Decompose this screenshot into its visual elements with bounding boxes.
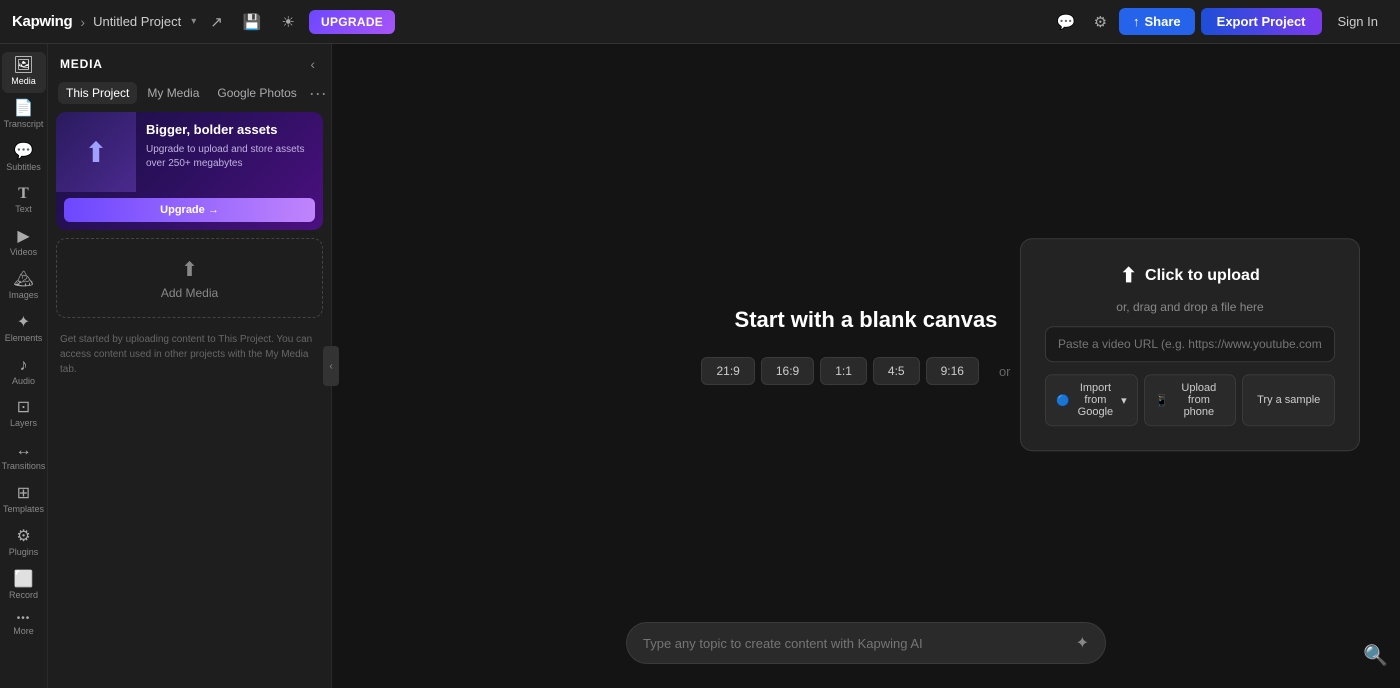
click-to-upload-label[interactable]: Click to upload	[1145, 267, 1260, 285]
upgrade-button[interactable]: UPGRADE	[309, 10, 395, 34]
sidebar-item-videos[interactable]: ▶ Videos	[2, 223, 46, 264]
plugins-icon: ⚙	[16, 529, 30, 545]
tab-my-media[interactable]: My Media	[139, 82, 207, 104]
tabs-row: This Project My Media Google Photos ···	[48, 82, 331, 112]
ratio-16-9[interactable]: 16:9	[761, 357, 814, 385]
sidebar-item-subtitles[interactable]: 💬 Subtitles	[2, 138, 46, 179]
transitions-icon: ↔	[16, 443, 32, 459]
media-panel-title: MEDIA	[60, 57, 103, 71]
upgrade-card-button[interactable]: Upgrade →	[64, 198, 315, 222]
share-icon: ↑	[1133, 14, 1140, 29]
import-google-button[interactable]: 🔵 Import from Google ▾	[1045, 374, 1138, 426]
ratio-21-9[interactable]: 21:9	[701, 357, 754, 385]
upload-box: ⬆ Click to upload or, drag and drop a fi…	[1020, 238, 1360, 451]
add-media-label: Add Media	[161, 286, 218, 300]
main-content: 🖼 Media 📄 Transcript 💬 Subtitles T Text …	[0, 44, 1400, 688]
media-icon: 🖼	[13, 58, 33, 74]
upgrade-card-title: Bigger, bolder assets	[146, 122, 313, 139]
aspect-ratios: 21:9 16:9 1:1 4:5 9:16	[701, 357, 978, 385]
comment-icon[interactable]: 💬	[1051, 9, 1082, 35]
more-icon: •••	[17, 614, 31, 624]
tab-this-project[interactable]: This Project	[58, 82, 137, 104]
sidebar-item-record[interactable]: ⬜ Record	[2, 566, 46, 607]
export-button[interactable]: Export Project	[1201, 8, 1322, 35]
record-icon: ⬜	[14, 572, 34, 588]
upgrade-thumbnail: ⬆	[56, 112, 136, 192]
canvas-center: Start with a blank canvas 21:9 16:9 1:1 …	[701, 307, 1030, 385]
phone-icon: 📱	[1155, 394, 1169, 407]
icon-nav: 🖼 Media 📄 Transcript 💬 Subtitles T Text …	[0, 44, 48, 688]
drag-drop-text: or, drag and drop a file here	[1045, 300, 1335, 314]
sidebar-item-plugins[interactable]: ⚙ Plugins	[2, 523, 46, 564]
chevron-icon: ▾	[1121, 394, 1127, 407]
media-panel-header: MEDIA ‹	[48, 44, 331, 82]
or-divider: or	[999, 364, 1011, 379]
help-text: Get started by uploading content to This…	[48, 326, 331, 389]
sidebar-item-media[interactable]: 🖼 Media	[2, 52, 46, 93]
ratio-4-5[interactable]: 4:5	[873, 357, 920, 385]
settings-icon[interactable]: ⚙	[1088, 9, 1113, 35]
chevron-down-icon[interactable]: ▾	[191, 16, 196, 27]
try-sample-button[interactable]: Try a sample	[1242, 374, 1335, 426]
ai-send-button[interactable]: ✦	[1076, 633, 1089, 653]
upgrade-card: ⬆ Bigger, bolder assets Upgrade to uploa…	[56, 112, 323, 230]
images-icon: 🏔	[13, 272, 33, 288]
google-icon: 🔵	[1056, 394, 1070, 407]
blank-canvas-title: Start with a blank canvas	[735, 307, 998, 333]
search-button[interactable]: 🔍	[1363, 643, 1388, 668]
upload-cloud-icon: ⬆	[1120, 263, 1137, 288]
elements-icon: ✦	[17, 315, 30, 331]
ratio-1-1[interactable]: 1:1	[820, 357, 867, 385]
sidebar-item-transitions[interactable]: ↔ Transitions	[2, 437, 46, 478]
audio-icon: ♪	[20, 358, 28, 374]
panel-resize-handle[interactable]: ‹	[323, 346, 339, 386]
breadcrumb-sep: ›	[80, 14, 85, 30]
ai-input[interactable]	[643, 636, 1068, 651]
media-panel: MEDIA ‹ This Project My Media Google Pho…	[48, 44, 332, 688]
transcript-icon: 📄	[14, 101, 34, 117]
upload-icon: ⬆	[84, 136, 107, 169]
tabs-more-button[interactable]: ···	[307, 84, 329, 102]
save-icon[interactable]: 💾	[237, 9, 268, 35]
topbar-left: Kapwing › Untitled Project ▾ ↗ 💾 ☀ UPGRA…	[12, 9, 1051, 35]
canvas-options-row: 21:9 16:9 1:1 4:5 9:16 or	[701, 357, 1030, 385]
subtitles-icon: 💬	[14, 144, 34, 160]
sidebar-item-elements[interactable]: ✦ Elements	[2, 309, 46, 350]
videos-icon: ▶	[17, 229, 29, 245]
upload-box-header: ⬆ Click to upload	[1045, 263, 1335, 288]
project-title: Untitled Project	[93, 14, 181, 29]
topbar: Kapwing › Untitled Project ▾ ↗ 💾 ☀ UPGRA…	[0, 0, 1400, 44]
sidebar-item-audio[interactable]: ♪ Audio	[2, 352, 46, 393]
layers-icon: ⊡	[17, 400, 30, 416]
brand-logo: Kapwing	[12, 13, 72, 30]
sidebar-item-more[interactable]: ••• More	[2, 608, 46, 643]
upload-actions: 🔵 Import from Google ▾ 📱 Upload from pho…	[1045, 374, 1335, 426]
collapse-panel-button[interactable]: ‹	[306, 54, 319, 74]
sidebar-item-layers[interactable]: ⊡ Layers	[2, 394, 46, 435]
sidebar-item-images[interactable]: 🏔 Images	[2, 266, 46, 307]
topbar-actions: 💬 ⚙ ↑ Share Export Project Sign In	[1051, 8, 1388, 35]
canvas-area: Start with a blank canvas 21:9 16:9 1:1 …	[332, 44, 1400, 688]
add-media-icon: ⬆	[181, 257, 198, 282]
sidebar-item-transcript[interactable]: 📄 Transcript	[2, 95, 46, 136]
share-external-icon[interactable]: ↗	[204, 9, 229, 35]
templates-icon: ⊞	[17, 486, 30, 502]
sun-icon[interactable]: ☀	[276, 9, 301, 35]
upgrade-text: Bigger, bolder assets Upgrade to upload …	[136, 112, 323, 192]
share-button[interactable]: ↑ Share	[1119, 8, 1195, 35]
ai-input-bar: ✦	[626, 622, 1106, 664]
tab-google-photos[interactable]: Google Photos	[209, 82, 304, 104]
upgrade-card-footer: Upgrade →	[56, 192, 323, 230]
sidebar-item-templates[interactable]: ⊞ Templates	[2, 480, 46, 521]
upgrade-card-desc: Upgrade to upload and store assets over …	[146, 143, 313, 171]
url-input[interactable]	[1045, 326, 1335, 362]
sign-in-button[interactable]: Sign In	[1328, 9, 1388, 34]
upload-phone-button[interactable]: 📱 Upload from phone	[1144, 374, 1237, 426]
sidebar-item-text[interactable]: T Text	[2, 180, 46, 221]
add-media-area[interactable]: ⬆ Add Media	[56, 238, 323, 318]
ratio-9-16[interactable]: 9:16	[926, 357, 979, 385]
text-icon: T	[18, 186, 29, 202]
